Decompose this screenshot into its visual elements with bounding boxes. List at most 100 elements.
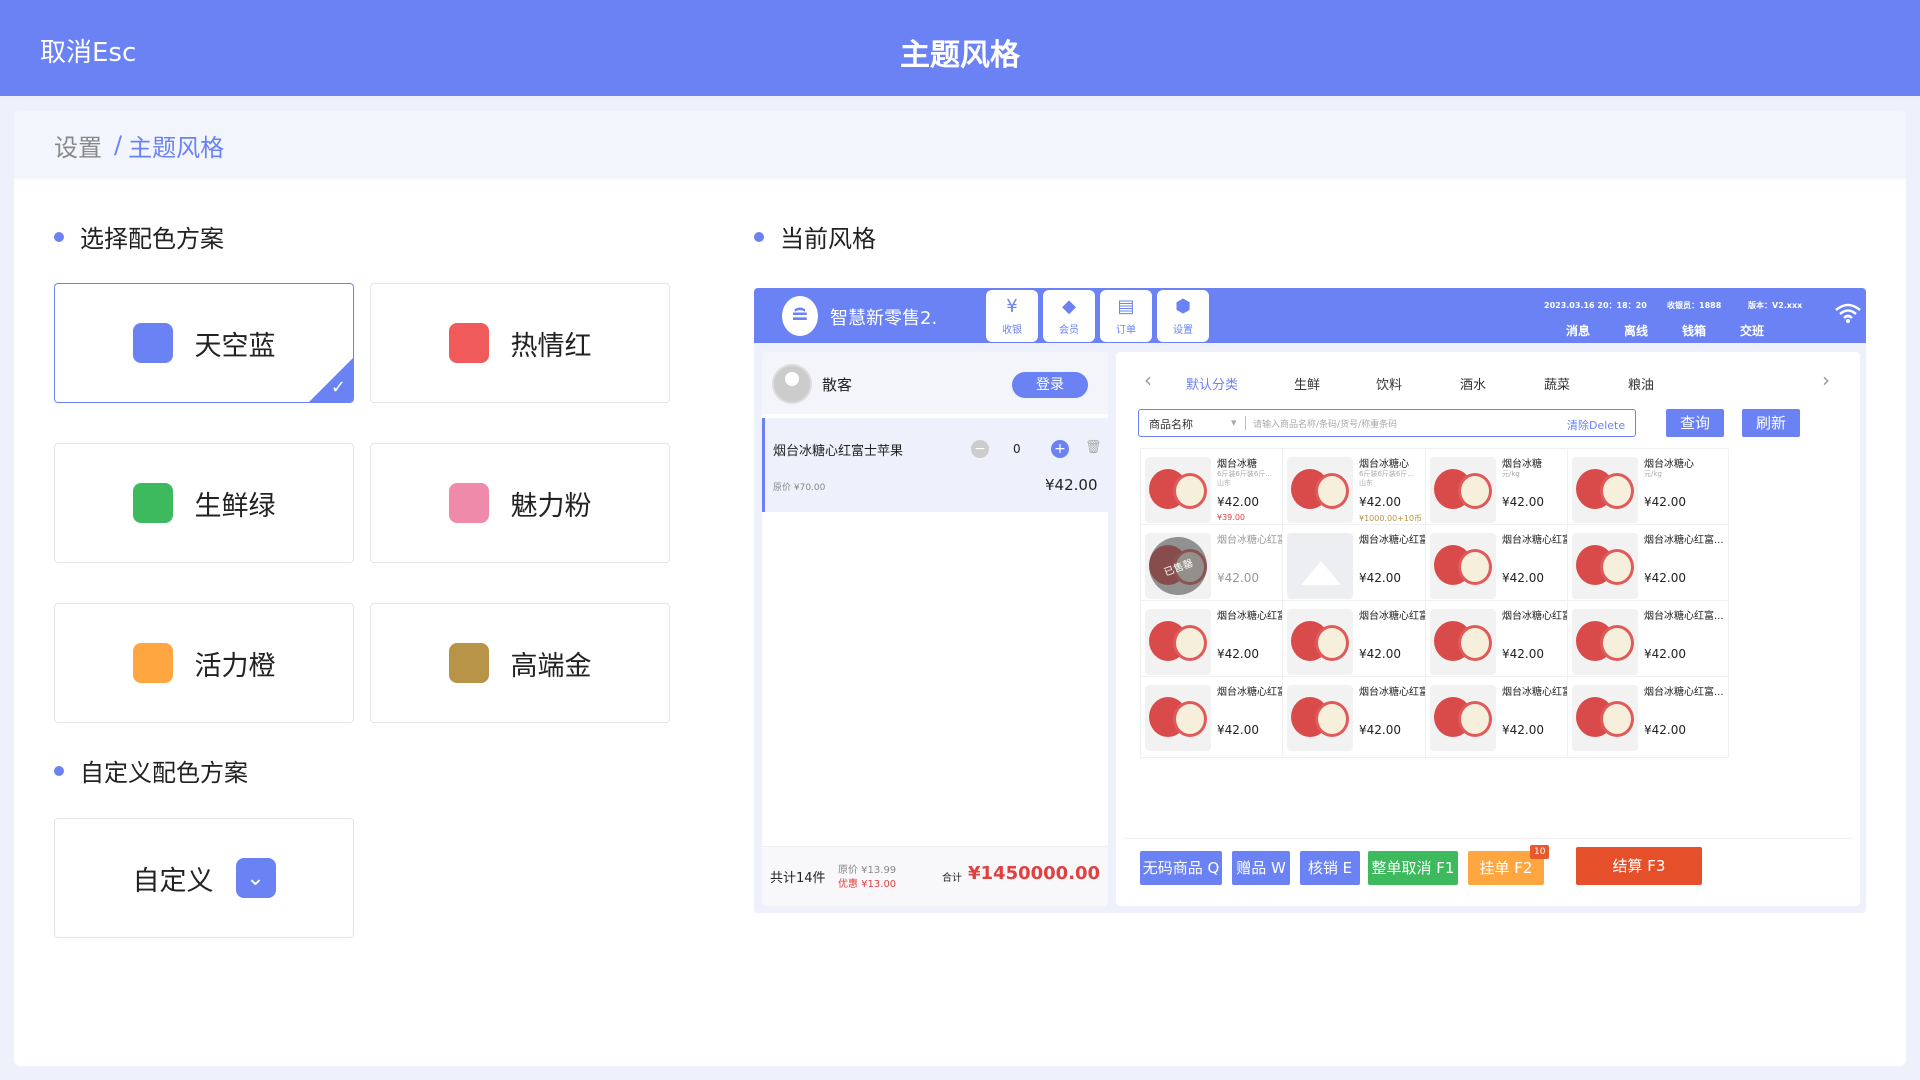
search-field-select[interactable]: 商品名称	[1149, 416, 1193, 432]
search-input[interactable]: 请输入商品名称/条码/货号/称重条码	[1253, 417, 1397, 430]
preview-version: 版本：V2.xxx	[1748, 301, 1803, 310]
preview-link-2[interactable]: 钱箱	[1682, 322, 1706, 339]
color-swatch	[132, 483, 173, 523]
product-price: ¥42.00	[1644, 571, 1686, 585]
query-button[interactable]: 查询	[1666, 409, 1724, 437]
preview-tab-2[interactable]: 饮料	[1376, 374, 1402, 393]
product-card[interactable]: 烟台冰糖心红富... ¥42.00	[1425, 524, 1587, 606]
preview-action-button-5[interactable]: 结算 F3	[1576, 847, 1702, 885]
preview-link-1[interactable]: 离线	[1624, 322, 1648, 339]
product-card[interactable]: 烟台冰糖心红富... ¥42.00	[1140, 676, 1302, 758]
product-image	[1430, 685, 1496, 751]
preview-search-bar[interactable]: 商品名称 ▾ 请输入商品名称/条码/货号/称重条码 清除Delete	[1138, 409, 1636, 437]
apple-slice-icon	[1458, 473, 1492, 509]
product-card[interactable]: 烟台冰糖心红富... ¥42.00	[1567, 524, 1729, 606]
apple-slice-icon	[1458, 549, 1492, 585]
caret-down-icon: ▾	[1231, 416, 1237, 429]
product-card[interactable]: 烟台冰糖心红富... ¥42.00	[1425, 676, 1587, 758]
product-card[interactable]: 烟台冰糖心红富... ¥42.00	[1567, 676, 1729, 758]
preview-header: ≘ 智慧新零售2. ¥ 收银 ◆ 会员 ▤ 订单 ⬢ 设置 2023.03.16 20：18：…	[754, 288, 1866, 343]
product-price: ¥42.00	[1644, 723, 1686, 737]
apple-slice-icon	[1315, 701, 1349, 737]
product-price: ¥42.00	[1644, 495, 1686, 509]
preview-link-0[interactable]: 消息	[1566, 322, 1590, 339]
theme-label: 天空蓝	[194, 330, 276, 362]
product-card[interactable]: 烟台冰糖心红富... ¥42.00	[1140, 600, 1302, 682]
product-card[interactable]: 烟台冰糖 元/kg ¥42.00	[1425, 448, 1587, 530]
product-card[interactable]: 烟台冰糖 6斤装6斤装6斤... 山东 ¥42.00 ¥39.00	[1140, 448, 1302, 530]
preview-action-button-4[interactable]: 挂单 F2 10	[1468, 845, 1550, 885]
preview-product-panel: ‹ 默认分类 生鲜 饮料 酒水 蔬菜 粮油 › 商品名称 ▾ 请输入商品名称/条码/货号/…	[1116, 352, 1860, 906]
breadcrumb-separator: /	[114, 131, 123, 159]
preview-nav-item-1[interactable]: ◆ 会员	[1043, 290, 1095, 342]
product-card[interactable]: 烟台冰糖心红富... ¥42.00	[1425, 600, 1587, 682]
preview-datetime: 2023.03.16 20：18：20	[1544, 301, 1647, 310]
minus-icon[interactable]: −	[971, 440, 989, 458]
action-label: 无码商品 Q	[1142, 859, 1220, 877]
product-card[interactable]: 烟台冰糖心 6斤装6斤装6斤... 山东 ¥42.00 ¥1000.00+10币	[1282, 448, 1444, 530]
product-card[interactable]: 已售罄 烟台冰糖心红富... ¥42.00	[1140, 524, 1302, 606]
apple-slice-icon	[1600, 473, 1634, 509]
action-label: 核销 E	[1307, 859, 1353, 877]
preview-cart-item[interactable]: 烟台冰糖心红富士苹果 − 0 + 🗑 原价 ¥70.00 ¥42.00	[762, 418, 1108, 512]
apple-slice-icon	[1173, 473, 1207, 509]
refresh-button[interactable]: 刷新	[1742, 409, 1800, 437]
chevron-down-icon[interactable]: ⌄	[235, 858, 276, 898]
preview-nav-item-2[interactable]: ▤ 订单	[1100, 290, 1152, 342]
theme-card-4[interactable]: 活力橙	[54, 603, 354, 723]
product-name: 烟台冰糖心	[1359, 459, 1409, 470]
preview-login-button[interactable]: 登录	[1012, 372, 1088, 398]
breadcrumb-current: 主题风格	[128, 133, 225, 162]
product-card[interactable]: 烟台冰糖心 元/kg ¥42.00	[1567, 448, 1729, 530]
product-card[interactable]: 烟台冰糖心红富... ¥42.00	[1567, 600, 1729, 682]
wifi-icon	[1834, 302, 1862, 330]
nav-label: 设置	[1173, 325, 1193, 336]
preview-tab-0[interactable]: 默认分类	[1186, 374, 1238, 393]
product-card[interactable]: 烟台冰糖心红富... ¥42.00	[1282, 676, 1444, 758]
product-name: 烟台冰糖心红富...	[1644, 611, 1724, 622]
theme-label: 魅力粉	[510, 490, 592, 522]
preview-nav-item-3[interactable]: ⬢ 设置	[1157, 290, 1209, 342]
preview-link-3[interactable]: 交班	[1740, 322, 1764, 339]
product-image	[1145, 609, 1211, 675]
preview-action-button-0[interactable]: 无码商品 Q	[1140, 851, 1222, 885]
theme-card-2[interactable]: 生鲜绿	[54, 443, 354, 563]
preview-tab-4[interactable]: 蔬菜	[1544, 374, 1570, 393]
theme-card-5[interactable]: 高端金	[370, 603, 670, 723]
clear-button[interactable]: 清除Delete	[1567, 417, 1625, 433]
apple-slice-icon	[1458, 701, 1492, 737]
product-card[interactable]: 烟台冰糖心红富... ¥42.00	[1282, 600, 1444, 682]
product-image	[1430, 533, 1496, 599]
product-image: 已售罄	[1145, 533, 1211, 599]
preview-cart-panel: 散客 登录 烟台冰糖心红富士苹果 − 0 + 🗑 原价 ¥70.00 ¥42.0…	[762, 352, 1108, 906]
top-bar: 取消Esc 主题风格	[0, 0, 1920, 96]
preview-tab-1[interactable]: 生鲜	[1294, 374, 1320, 393]
preview-action-button-1[interactable]: 赠品 W	[1232, 851, 1290, 885]
preview-tab-3[interactable]: 酒水	[1460, 374, 1486, 393]
chevron-right-icon[interactable]: ›	[1822, 368, 1830, 392]
action-label: 挂单 F2	[1479, 859, 1533, 877]
image-placeholder-icon	[1287, 533, 1353, 599]
theme-card-3[interactable]: 魅力粉	[370, 443, 670, 563]
bullet-icon	[54, 765, 64, 776]
product-image	[1287, 609, 1353, 675]
summary-total: ¥1450000.00	[968, 863, 1101, 884]
breadcrumb-settings[interactable]: 设置	[54, 128, 102, 163]
preview-guest: 散客	[822, 376, 853, 394]
section-custom-label: 自定义配色方案	[80, 759, 248, 787]
preview-action-button-3[interactable]: 整单取消 F1	[1368, 851, 1458, 885]
preview-tab-5[interactable]: 粮油	[1628, 374, 1654, 393]
summary-count: 共计14件	[770, 871, 826, 886]
bullet-icon	[754, 231, 764, 242]
theme-card-0[interactable]: 天空蓝 ✓	[54, 283, 354, 403]
custom-theme-card[interactable]: 自定义 ⌄	[54, 818, 354, 938]
theme-card-1[interactable]: 热情红	[370, 283, 670, 403]
product-price: ¥42.00	[1359, 723, 1401, 737]
plus-icon[interactable]: +	[1051, 440, 1069, 458]
nav-icon: ▤	[1117, 296, 1135, 317]
preview-nav-item-0[interactable]: ¥ 收银	[986, 290, 1038, 342]
preview-action-button-2[interactable]: 核销 E	[1300, 851, 1360, 885]
trash-icon[interactable]: 🗑	[1085, 440, 1102, 455]
product-card[interactable]: 烟台冰糖心红富... ¥42.00	[1282, 524, 1444, 606]
action-label: 结算 F3	[1612, 857, 1666, 875]
